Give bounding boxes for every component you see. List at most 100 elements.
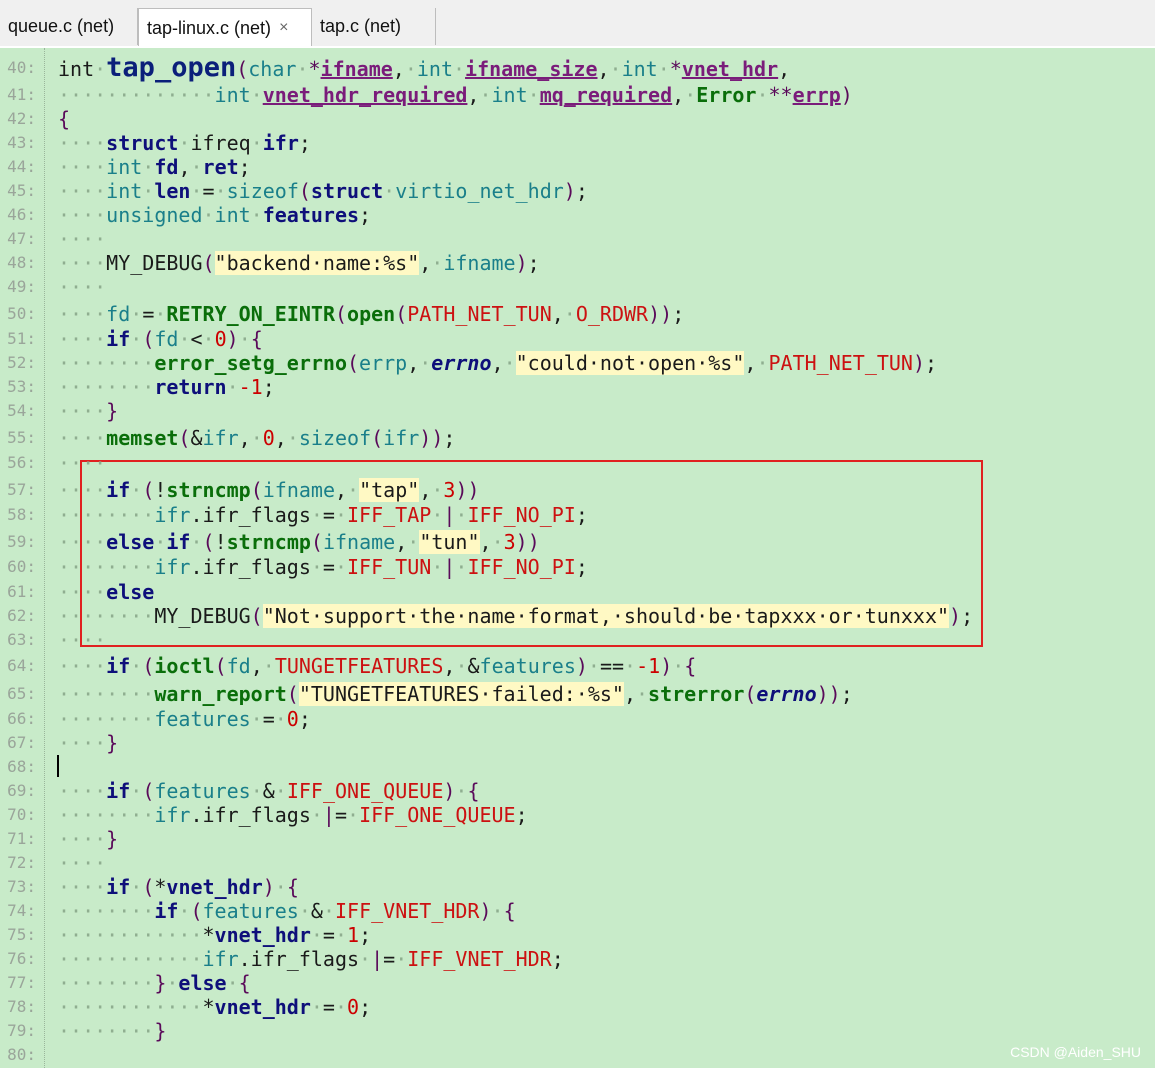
code-token: | bbox=[443, 503, 456, 527]
code-token: int bbox=[106, 155, 143, 179]
code-token: ; bbox=[238, 155, 251, 179]
line-number: 44: bbox=[7, 157, 36, 176]
code-token: , bbox=[623, 682, 636, 706]
code-token: -1 bbox=[238, 375, 263, 399]
code-text: ············*vnet_hdr·=·0; bbox=[58, 995, 371, 1019]
code-text: ···· bbox=[58, 628, 106, 652]
code-line[interactable]: 75: ············*vnet_hdr·=·1; bbox=[0, 923, 1155, 947]
code-line[interactable]: 74: ········if·(features·&·IFF_VNET_HDR)·… bbox=[0, 899, 1155, 923]
code-token: ** bbox=[768, 83, 793, 107]
code-token: ; bbox=[359, 995, 372, 1019]
code-line[interactable]: 63: ···· bbox=[0, 628, 1155, 652]
code-token: · bbox=[190, 179, 203, 203]
code-line[interactable]: 56: ···· bbox=[0, 451, 1155, 475]
code-token: ifr bbox=[202, 947, 239, 971]
code-token: · bbox=[334, 995, 348, 1019]
code-line[interactable]: 55: ····memset(&ifr,·0,·sizeof(ifr)); bbox=[0, 426, 1155, 450]
code-token: if bbox=[106, 478, 131, 502]
code-text: ········warn_report("TUNGETFEATURES·fail… bbox=[58, 682, 853, 706]
code-token: vnet_hdr bbox=[681, 57, 779, 81]
code-line[interactable]: 73: ····if·(*vnet_hdr)·{ bbox=[0, 875, 1155, 899]
code-token: = bbox=[142, 302, 155, 326]
code-token: )) bbox=[419, 426, 444, 450]
code-token: .ifr_flags bbox=[190, 555, 311, 579]
code-token: ( bbox=[250, 604, 263, 628]
code-token: = bbox=[262, 707, 275, 731]
code-line[interactable]: 50: ····fd·=·RETRY_ON_EINTR(open(PATH_NET… bbox=[0, 302, 1155, 326]
code-line[interactable]: 41: ·············int·vnet_hdr_required,·i… bbox=[0, 83, 1155, 107]
code-token: ) bbox=[660, 654, 673, 678]
code-line[interactable]: 64: ····if·(ioctl(fd,·TUNGETFEATURES,·&fe… bbox=[0, 654, 1155, 678]
code-line[interactable]: 59: ····else·if·(!strncmp(ifname,·"tun",·… bbox=[0, 530, 1155, 554]
close-icon[interactable]: × bbox=[279, 19, 288, 37]
code-token: .ifr_flags bbox=[238, 947, 360, 971]
code-line[interactable]: 52: ········error_setg_errno(errp,·errno,… bbox=[0, 351, 1155, 375]
code-token: ) bbox=[840, 83, 853, 107]
code-line[interactable]: 48: ····MY_DEBUG("backend·name:%s",·ifnam… bbox=[0, 251, 1155, 275]
code-line[interactable]: 70: ········ifr.ifr_flags·|=·IFF_ONE_QUEU… bbox=[0, 803, 1155, 827]
tab-queue-c[interactable]: queue.c (net) bbox=[0, 8, 138, 45]
code-token: { bbox=[250, 327, 263, 351]
code-line[interactable]: 46: ····unsigned·int·features; bbox=[0, 203, 1155, 227]
code-token: , bbox=[335, 478, 348, 502]
tab-tap-linux-c[interactable]: tap-linux.c (net) × bbox=[138, 8, 312, 47]
code-line[interactable]: 67: ····} bbox=[0, 731, 1155, 755]
code-line[interactable]: 77: ········}·else·{ bbox=[0, 971, 1155, 995]
code-line[interactable]: 58: ········ifr.ifr_flags·=·IFF_TAP·|·IFF… bbox=[0, 503, 1155, 527]
code-line[interactable]: 76: ············ifr.ifr_flags·|=·IFF_VNET… bbox=[0, 947, 1155, 971]
line-number: 61: bbox=[7, 582, 36, 601]
code-line[interactable]: 68: bbox=[0, 755, 1155, 779]
code-token: ···· bbox=[58, 827, 107, 851]
code-token: ········ bbox=[58, 899, 155, 923]
code-line[interactable]: 53: ········return·-1; bbox=[0, 375, 1155, 399]
code-line[interactable]: 45: ····int·len·=·sizeof(struct·virtio_ne… bbox=[0, 179, 1155, 203]
code-line[interactable]: 54: ····} bbox=[0, 399, 1155, 423]
code-line[interactable]: 60: ········ifr.ifr_flags·=·IFF_TUN·|·IFF… bbox=[0, 555, 1155, 579]
code-line[interactable]: 42: { bbox=[0, 107, 1155, 131]
code-text: ········if·(features·&·IFF_VNET_HDR)·{ bbox=[58, 899, 516, 923]
code-line[interactable]: 44: ····int·fd,·ret; bbox=[0, 155, 1155, 179]
code-token: & bbox=[262, 779, 275, 803]
code-token: fd bbox=[226, 654, 251, 678]
line-number: 40: bbox=[7, 58, 36, 77]
code-token: · bbox=[404, 57, 417, 81]
code-token: )) bbox=[455, 478, 480, 502]
code-token: ; bbox=[672, 302, 685, 326]
code-line[interactable]: 61: ····else bbox=[0, 580, 1155, 604]
code-token: , bbox=[744, 351, 757, 375]
code-line[interactable]: 80: bbox=[0, 1043, 1155, 1067]
code-token: vnet_hdr bbox=[166, 875, 263, 899]
code-line[interactable]: 62: ········MY_DEBUG("Not·support·the·nam… bbox=[0, 604, 1155, 628]
code-token: · bbox=[455, 654, 468, 678]
code-line[interactable]: 47: ···· bbox=[0, 227, 1155, 251]
code-line[interactable]: 79: ········} bbox=[0, 1019, 1155, 1043]
line-number: 60: bbox=[7, 557, 36, 576]
code-editor[interactable]: CSDN @Aiden_SHU 40: int·tap_open(char·*if… bbox=[0, 46, 1155, 1068]
code-token: ···· bbox=[58, 875, 107, 899]
code-token: · bbox=[250, 779, 263, 803]
tab-tap-c[interactable]: tap.c (net) bbox=[312, 8, 436, 45]
code-token: | bbox=[443, 555, 456, 579]
code-token: ; bbox=[551, 947, 564, 971]
code-text: ···· bbox=[58, 227, 106, 251]
line-number: 74: bbox=[7, 901, 36, 920]
code-line[interactable]: 78: ············*vnet_hdr·=·0; bbox=[0, 995, 1155, 1019]
code-token: ········ bbox=[58, 682, 155, 706]
code-token: , bbox=[551, 302, 564, 326]
code-line[interactable]: 49: ···· bbox=[0, 275, 1155, 299]
code-token: · bbox=[310, 995, 323, 1019]
code-line[interactable]: 43: ····struct·ifreq·ifr; bbox=[0, 131, 1155, 155]
code-token: = bbox=[334, 803, 348, 827]
code-line[interactable]: 72: ···· bbox=[0, 851, 1155, 875]
code-line[interactable]: 71: ····} bbox=[0, 827, 1155, 851]
code-token: ···· bbox=[58, 131, 107, 155]
code-line[interactable]: 57: ····if·(!strncmp(ifname,·"tap",·3)) bbox=[0, 478, 1155, 502]
code-line[interactable]: 65: ········warn_report("TUNGETFEATURES·f… bbox=[0, 682, 1155, 706]
line-number: 79: bbox=[7, 1021, 36, 1040]
code-line[interactable]: 51: ····if·(fd·<·0)·{ bbox=[0, 327, 1155, 351]
code-token: vnet_hdr bbox=[214, 995, 311, 1019]
code-line[interactable]: 69: ····if·(features·&·IFF_ONE_QUEUE)·{ bbox=[0, 779, 1155, 803]
code-text: ····else bbox=[58, 580, 154, 604]
code-line[interactable]: 40: int·tap_open(char·*ifname,·int·ifname… bbox=[0, 54, 1155, 81]
code-line[interactable]: 66: ········features·=·0; bbox=[0, 707, 1155, 731]
